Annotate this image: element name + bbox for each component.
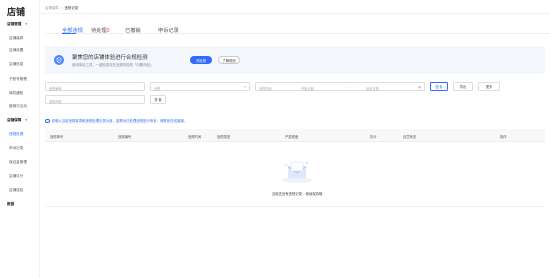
end-date-placeholder: 结束日期 xyxy=(366,86,379,91)
calendar-icon: ▦ xyxy=(418,85,421,89)
breadcrumb: 店铺保障 > 违规记录 xyxy=(45,5,78,10)
empty-state-text: 当前还没有违规记录，继续保持哦 xyxy=(271,192,323,196)
violation-product-placeholder: 违规商品 xyxy=(49,99,62,104)
table-divider xyxy=(45,206,545,207)
column-header: 严重程度 xyxy=(285,134,299,139)
chevron-down-icon: ▾ xyxy=(25,22,28,26)
tab-label: 待处理 xyxy=(91,28,107,34)
chevron-down-icon: ▾ xyxy=(25,118,28,122)
tab-label: 已撤销 xyxy=(125,28,141,34)
sidebar-item-subaccount[interactable]: 子账号管理 xyxy=(9,77,27,82)
column-header: 违规编号 xyxy=(118,134,132,139)
start-date-placeholder: 开始日期 xyxy=(301,86,314,91)
violation-product-input[interactable]: 违规商品 xyxy=(45,95,145,104)
violation-date-range[interactable]: 违规时间 开始日期 ~ 结束日期 ▦ xyxy=(255,82,425,91)
sidebar-item-appeals[interactable]: 申诉记录 xyxy=(9,146,23,151)
tab-label: 申诉记录 xyxy=(158,28,179,34)
tab-count-badge: 0 xyxy=(106,28,110,34)
info-notice: i 说明以当前违规事项和违规处理记录为准，如需对已处理违规进行申诉，请联系在线客服… xyxy=(45,118,188,124)
column-header: 违规类型 xyxy=(217,134,231,139)
banner-subtitle: 使用体检工具，一键检查存在违规风险的「问题商品」 xyxy=(72,63,154,67)
chevron-down-icon: ▾ xyxy=(244,85,246,89)
sidebar-group-label: 店铺保障 xyxy=(7,118,22,122)
column-header: 违规时间 xyxy=(188,134,202,139)
sidebar-item-marketing[interactable]: 营销与互动 xyxy=(9,104,27,109)
more-button[interactable]: 更多 xyxy=(478,82,500,91)
reset-button[interactable]: 重 置 xyxy=(150,95,166,104)
violation-time-label: 违规时间 xyxy=(259,86,272,91)
learn-rules-button[interactable]: 了解规则 xyxy=(218,56,240,64)
tab-bar: 全部违规 待处理0 已撤销 申诉记录 xyxy=(45,16,550,34)
tab-pending[interactable]: 待处理0 xyxy=(91,27,109,34)
sidebar-item-inspection[interactable]: 店铺巡检 xyxy=(9,188,23,193)
info-icon: i xyxy=(45,118,50,124)
sidebar-item-violations[interactable]: 违规处理 xyxy=(9,132,23,137)
export-button[interactable]: 导出 xyxy=(453,82,473,91)
sidebar-group-store[interactable]: 店铺管理 ▾ xyxy=(7,22,27,27)
shield-icon xyxy=(54,55,64,65)
column-header: 扣分 xyxy=(370,134,377,139)
app-root: 店铺 店铺管理 ▾ 店铺装修 店铺设置 店铺信息 子账号管理 商机通知 营销与互动… xyxy=(0,0,550,278)
sidebar-item-score[interactable]: 店铺评分 xyxy=(9,174,23,179)
notice-text: 说明以当前违规事项和违规处理记录为准，如需对已处理违规进行申诉，请联系在线客服。 xyxy=(51,119,188,123)
active-tab-indicator xyxy=(62,33,76,34)
column-header: 处罚状态 xyxy=(403,134,417,139)
app-logo: 店铺 xyxy=(7,7,26,17)
empty-state-illustration xyxy=(280,158,314,184)
sidebar-item-decoration[interactable]: 店铺装修 xyxy=(9,36,23,41)
breadcrumb-parent[interactable]: 店铺保障 xyxy=(45,6,59,10)
health-check-banner: 聚焦您的店铺体验进行合规检测 使用体检工具，一键检查存在违规风险的「问题商品」 … xyxy=(45,46,545,74)
table-header: 违规单号 违规编号 违规时间 违规类型 严重程度 扣分 处罚状态 操作 xyxy=(45,129,545,142)
sidebar-group-data[interactable]: 数据 xyxy=(7,202,14,207)
breadcrumb-separator: > xyxy=(60,6,63,10)
violation-type-select[interactable]: 违规 ▾ xyxy=(150,82,250,91)
banner-title: 聚焦您的店铺体验进行合规检测 xyxy=(72,55,148,61)
sidebar-item-info[interactable]: 店铺信息 xyxy=(9,62,23,67)
sidebar-group-guarantee[interactable]: 店铺保障 ▾ xyxy=(7,118,27,123)
violation-id-input[interactable]: 违规编号 xyxy=(45,82,145,91)
column-header: 操作 xyxy=(500,134,507,139)
sidebar-item-deposit[interactable]: 保证金管理 xyxy=(9,160,27,165)
column-header: 违规单号 xyxy=(50,134,64,139)
header: 店铺保障 > 违规记录 xyxy=(40,0,550,14)
breadcrumb-current: 违规记录 xyxy=(64,6,79,10)
sidebar-group-label: 数据 xyxy=(7,202,15,206)
sidebar-group-label: 店铺管理 xyxy=(7,22,22,26)
violation-type-value: 违规 xyxy=(154,86,161,91)
tab-appeal-records[interactable]: 申诉记录 xyxy=(158,27,179,34)
start-check-button[interactable]: 去检测 xyxy=(190,56,212,64)
search-button[interactable]: 搜 索 xyxy=(430,82,448,91)
violation-id-placeholder: 违规编号 xyxy=(49,86,62,91)
date-range-separator: ~ xyxy=(351,85,353,90)
sidebar-item-settings[interactable]: 店铺设置 xyxy=(9,48,23,53)
tab-revoked[interactable]: 已撤销 xyxy=(125,27,141,34)
sidebar-item-notice[interactable]: 商机通知 xyxy=(9,91,23,96)
sidebar: 店铺 店铺管理 ▾ 店铺装修 店铺设置 店铺信息 子账号管理 商机通知 营销与互动… xyxy=(0,0,40,278)
